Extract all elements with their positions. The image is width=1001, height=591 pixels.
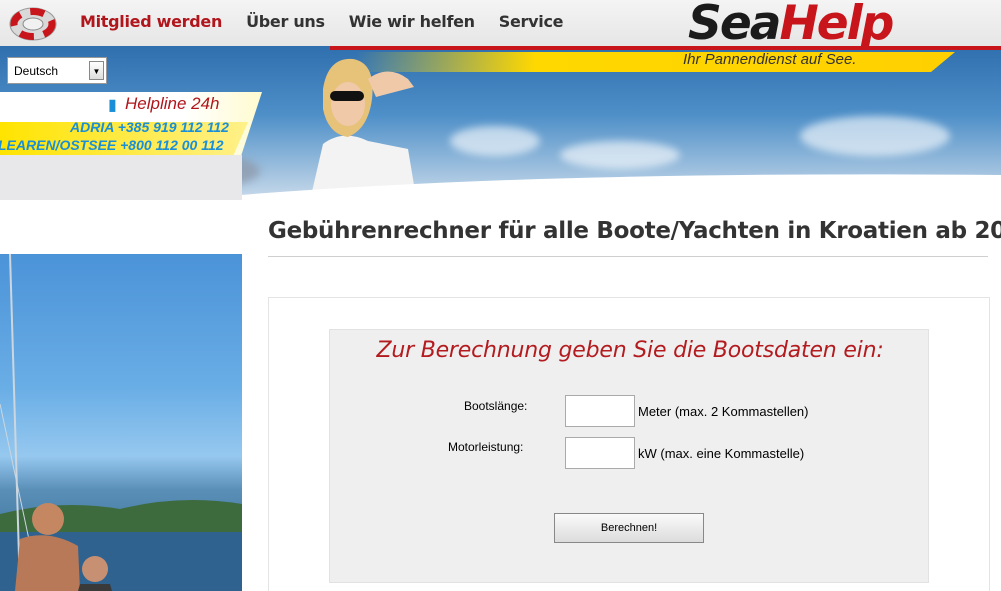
helpline-adria[interactable]: ADRIA +385 919 112 112 xyxy=(70,119,229,135)
boat-length-input[interactable] xyxy=(565,395,635,427)
main-nav: Mitglied werden Über uns Wie wir helfen … xyxy=(80,12,563,31)
lifebuoy-logo-icon[interactable] xyxy=(6,2,60,44)
language-selected-value: Deutsch xyxy=(14,64,59,78)
calculator-form: Zur Berechnung geben Sie die Bootsdaten … xyxy=(329,329,929,583)
top-navigation-bar: Mitglied werden Über uns Wie wir helfen … xyxy=(0,0,1001,51)
left-boat-photo xyxy=(0,254,242,591)
hero-wave-shape xyxy=(0,155,1001,215)
dropdown-arrow-icon[interactable]: ▼ xyxy=(89,61,104,80)
boat-length-unit: Meter (max. 2 Kommastellen) xyxy=(638,404,809,419)
cloud-shape xyxy=(450,126,540,156)
brand-sea: Sea xyxy=(688,0,781,51)
calculate-button[interactable]: Berechnen! xyxy=(554,513,704,543)
nav-ueber-uns[interactable]: Über uns xyxy=(246,12,325,31)
engine-power-input[interactable] xyxy=(565,437,635,469)
title-divider xyxy=(268,256,988,257)
brand-tagline: Ihr Pannendienst auf See. xyxy=(683,51,857,68)
nav-wie-wir-helfen[interactable]: Wie wir helfen xyxy=(349,12,475,31)
seahelp-brand-logo[interactable]: SeaHelp xyxy=(688,0,978,51)
helpline-box: ▮ Helpline 24h ADRIA +385 919 112 112 LE… xyxy=(0,92,262,156)
page-title: Gebührenrechner für alle Boote/Yachten i… xyxy=(268,218,1001,244)
tagline-band xyxy=(355,52,955,72)
cloud-shape xyxy=(800,116,950,156)
engine-power-unit: kW (max. eine Kommastelle) xyxy=(638,446,805,461)
engine-power-label: Motorleistung: xyxy=(448,440,524,454)
boat-scene-image xyxy=(0,254,242,591)
mobile-phone-icon: ▮ xyxy=(108,97,117,114)
nav-service[interactable]: Service xyxy=(499,12,564,31)
language-select[interactable]: Deutsch ▼ xyxy=(7,57,107,84)
nav-mitglied-werden[interactable]: Mitglied werden xyxy=(80,12,222,31)
helpline-ostsee[interactable]: LEAREN/OSTSEE +800 112 00 112 xyxy=(0,137,224,153)
brand-red-stripe xyxy=(330,46,1001,50)
helpline-title: Helpline 24h xyxy=(125,94,220,113)
brand-help: Help xyxy=(779,0,894,51)
form-heading: Zur Berechnung geben Sie die Bootsdaten … xyxy=(376,338,884,363)
boat-length-label: Bootslänge: xyxy=(464,399,528,413)
